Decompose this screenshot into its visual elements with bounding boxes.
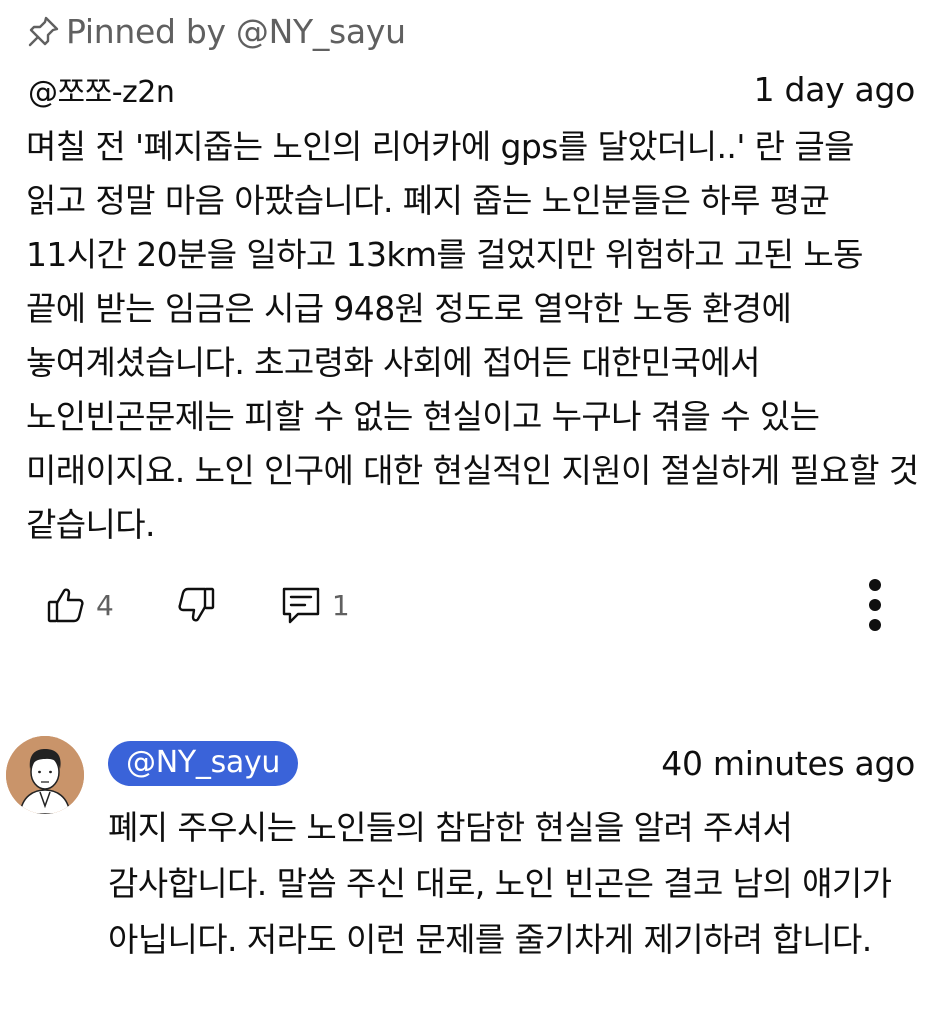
like-count: 4: [96, 588, 114, 622]
thumbs-up-icon: [44, 583, 88, 627]
pinned-label: Pinned by @NY_sayu: [66, 11, 406, 51]
comment-text: 며칠 전 '폐지줍는 노인의 리어카에 gps를 달았더니..' 란 글을 읽고…: [26, 127, 919, 544]
comment-author[interactable]: @쪼쪼-z2n: [28, 67, 175, 111]
pinned-banner: Pinned by @NY_sayu: [24, 8, 406, 54]
comment-icon: [278, 583, 324, 627]
reply-text: 폐지 주우시는 노인들의 참담한 현실을 알려 주셔서 감사합니다. 말씀 주신…: [108, 808, 892, 959]
like-button[interactable]: 4: [44, 583, 114, 627]
reply-header: @NY_sayu 40 minutes ago: [108, 738, 915, 788]
comment-header: @쪼쪼-z2n 1 day ago: [28, 66, 915, 112]
reply-button[interactable]: 1: [278, 583, 350, 627]
pin-icon: [24, 11, 64, 51]
thumbs-down-icon: [174, 583, 218, 627]
reply-author-chip[interactable]: @NY_sayu: [108, 740, 299, 786]
dislike-button[interactable]: [174, 583, 218, 627]
comment-timestamp: 1 day ago: [753, 69, 916, 109]
more-vertical-icon: [869, 575, 881, 635]
comment-action-bar: 4 1: [44, 572, 895, 638]
reply-timestamp: 40 minutes ago: [661, 743, 915, 783]
more-options-button[interactable]: [855, 572, 895, 638]
avatar[interactable]: [6, 736, 84, 814]
reply-count: 1: [331, 588, 350, 622]
